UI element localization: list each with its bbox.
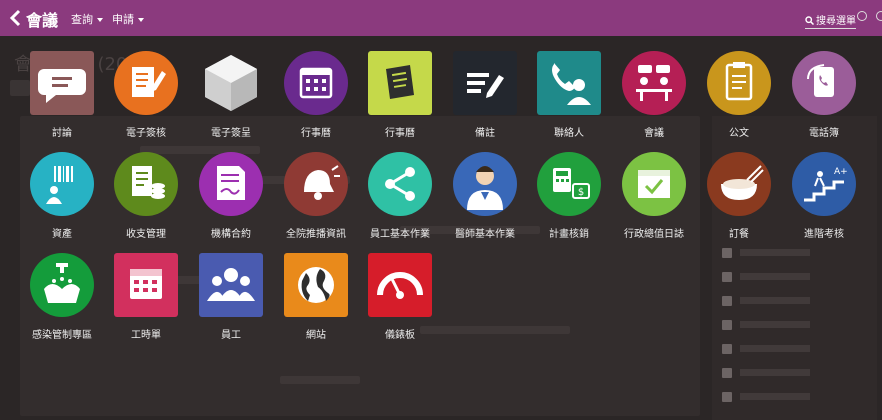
app-calendar-1[interactable]: 行事曆	[273, 51, 359, 151]
notes-pen-icon	[453, 51, 517, 115]
calculator-money-icon: $	[537, 152, 601, 216]
app-dashboard[interactable]: 儀錶板	[357, 253, 443, 353]
app-employees[interactable]: 員工	[188, 253, 274, 353]
share-icon	[368, 152, 432, 216]
app-label: 儀錶板	[385, 330, 415, 341]
stairs-climb-icon: A+	[792, 152, 856, 216]
globe-icon	[284, 253, 348, 317]
help-icon[interactable]	[857, 11, 867, 21]
app-staff-basic[interactable]: 員工基本作業	[357, 152, 443, 252]
app-label: 電話簿	[809, 128, 839, 139]
app-phonebook[interactable]: 電話簿	[781, 51, 867, 151]
meeting-icon	[622, 51, 686, 115]
app-label: 網站	[306, 330, 326, 341]
app-label: 進階考核	[804, 229, 844, 240]
calendar-grid-icon	[114, 253, 178, 317]
cube-icon	[199, 51, 263, 115]
app-broadcast-info[interactable]: 全院推播資訊	[273, 152, 359, 252]
handwash-icon	[30, 253, 94, 317]
app-label: 行政總值日誌	[624, 229, 684, 240]
caret-down-icon	[97, 18, 103, 22]
app-label: 備註	[475, 128, 495, 139]
doctor-icon	[453, 152, 517, 216]
app-title: 會議	[26, 11, 59, 30]
back-chevron-icon[interactable]	[8, 9, 24, 27]
app-label: 公文	[729, 128, 749, 139]
calendar-icon	[284, 51, 348, 115]
app-label: 員工	[221, 330, 241, 341]
app-income-expense[interactable]: 收支管理	[103, 152, 189, 252]
rice-bowl-icon	[707, 152, 771, 216]
contact-phone-icon	[537, 51, 601, 115]
search-icon	[805, 16, 815, 26]
clipboard-icon	[707, 51, 771, 115]
top-bar: 會議 查詢 申請 搜尋選單	[0, 0, 882, 36]
bell-megaphone-icon	[284, 152, 348, 216]
app-meeting[interactable]: 會議	[611, 51, 697, 151]
notebook-icon	[368, 51, 432, 115]
app-doctor-basic[interactable]: 醫師基本作業	[442, 152, 528, 252]
menu-apply-label: 申請	[112, 13, 134, 26]
app-label: 全院推播資訊	[286, 229, 346, 240]
app-label: 醫師基本作業	[455, 229, 515, 240]
calendar-check-icon	[622, 152, 686, 216]
app-label: 電子簽呈	[211, 128, 251, 139]
app-label: 討論	[52, 128, 72, 139]
menu-query[interactable]: 查詢	[71, 11, 103, 27]
people-group-icon	[199, 253, 263, 317]
document-edit-icon	[114, 51, 178, 115]
gauge-icon	[368, 253, 432, 317]
app-label: 感染管制專區	[32, 330, 92, 341]
svg-text:A+: A+	[834, 167, 848, 177]
search-menu[interactable]: 搜尋選單	[805, 12, 856, 29]
app-timesheet[interactable]: 工時單	[103, 253, 189, 353]
app-meal-order[interactable]: 訂餐	[696, 152, 782, 252]
barcode-person-icon	[30, 152, 94, 216]
app-assets[interactable]: 資產	[19, 152, 105, 252]
app-label: 機構合約	[211, 229, 251, 240]
menu-query-label: 查詢	[71, 13, 93, 26]
app-admin-duty-log[interactable]: 行政總值日誌	[611, 152, 697, 252]
app-calendar-2[interactable]: 行事曆	[357, 51, 443, 151]
app-label: 行事曆	[385, 128, 415, 139]
app-label: 電子簽核	[126, 128, 166, 139]
svg-text:$: $	[578, 187, 584, 198]
app-e-signoff[interactable]: 電子簽核	[103, 51, 189, 151]
app-label: 收支管理	[126, 229, 166, 240]
app-discussion[interactable]: 討論	[19, 51, 105, 151]
app-institution-contract[interactable]: 機構合約	[188, 152, 274, 252]
menu-apply[interactable]: 申請	[112, 11, 144, 27]
app-contacts[interactable]: 聯絡人	[526, 51, 612, 151]
user-icon[interactable]	[876, 11, 882, 21]
app-label: 聯絡人	[554, 128, 584, 139]
search-label: 搜尋選單	[816, 16, 856, 27]
app-official-doc[interactable]: 公文	[696, 51, 782, 151]
app-label: 訂餐	[729, 229, 749, 240]
app-label: 行事曆	[301, 128, 331, 139]
app-label: 會議	[644, 128, 664, 139]
app-e-petition[interactable]: 電子簽呈	[188, 51, 274, 151]
app-label: 資產	[52, 229, 72, 240]
app-label: 工時單	[131, 330, 161, 341]
phonebook-icon	[792, 51, 856, 115]
app-infection-control[interactable]: 感染管制專區	[19, 253, 105, 353]
app-label: 計畫核銷	[549, 229, 589, 240]
app-project-reimburse[interactable]: $ 計畫核銷	[526, 152, 612, 252]
receipt-coins-icon	[114, 152, 178, 216]
caret-down-icon	[138, 18, 144, 22]
app-notes[interactable]: 備註	[442, 51, 528, 151]
app-website[interactable]: 網站	[273, 253, 359, 353]
contract-icon	[199, 152, 263, 216]
app-label: 員工基本作業	[370, 229, 430, 240]
app-advanced-assessment[interactable]: A+ 進階考核	[781, 152, 867, 252]
chat-bubble-icon	[30, 51, 94, 115]
